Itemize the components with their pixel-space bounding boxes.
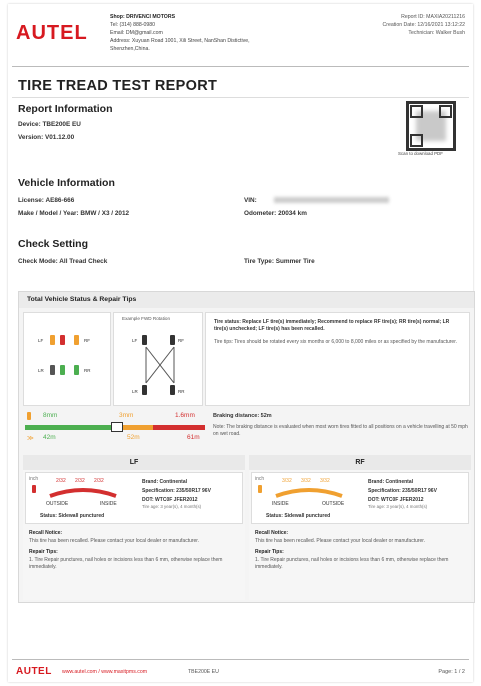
recall-text: This tire has been recalled. Please cont… [29, 538, 200, 544]
tread-red-label: 1.6mm [175, 412, 195, 419]
page-number: Page: 1 / 2 [438, 669, 465, 675]
footer-links[interactable]: www.autel.com / www.maxitpms.com [62, 669, 147, 675]
tread-profile-icon [49, 488, 117, 498]
check-mode-field: Check Mode: All Tread Check [18, 258, 108, 265]
creation-date: Creation Date: 12/16/2021 13:12:22 [382, 22, 466, 28]
tire-status-text: Tire status: Replace LF tire(s) immediat… [214, 319, 450, 332]
rotation-arrows-icon [145, 346, 175, 384]
tire-age: Tire age: 3 year(s), 4 month(s) [368, 504, 428, 509]
report-page: AUTEL Shop: DRIVENCI MOTORS Tel: (314) 8… [8, 4, 475, 682]
recall-heading: Recall Notice: [255, 530, 289, 536]
repair-text: 1. Tire Repair punctures, nail holes or … [29, 557, 223, 570]
vehicle-status-section: Total Vehicle Status & Repair Tips LF RF… [18, 291, 475, 603]
tire-type-field: Tire Type: Summer Tire [244, 258, 315, 265]
version-field: Version: V01.12.00 [18, 134, 75, 141]
vehicle-info-heading: Vehicle Information [18, 177, 115, 189]
vehicle-status-heading: Total Vehicle Status & Repair Tips [19, 292, 474, 308]
scale-red-segment [153, 425, 205, 430]
tire-section-rf: RF inch 3/32 3/32 3/32 INSIDE OUTSIDE St… [249, 455, 471, 600]
device-field: Device: TBE200E EU [18, 121, 81, 128]
tire-rf-indicator [74, 335, 79, 345]
report-header: AUTEL Shop: DRIVENCI MOTORS Tel: (314) 8… [8, 4, 473, 62]
dist-green-label: 42m [43, 434, 56, 441]
tire-age: Tire age: 3 year(s), 4 month(s) [142, 504, 202, 509]
shop-name: Shop: DRIVENCI MOTORS [110, 14, 176, 20]
tire-status-panel: Tire status: Replace LF tire(s) immediat… [205, 312, 470, 406]
tire-section-lf: LF inch 2/32 2/32 2/32 OUTSIDE INSIDE St… [23, 455, 245, 600]
tire-profile-rf: inch 3/32 3/32 3/32 INSIDE OUTSIDE Statu… [251, 472, 469, 524]
tire-brand: Brand: Continental [142, 479, 187, 485]
qr-code[interactable] [406, 101, 456, 151]
footer-device: TBE200E EU [188, 669, 219, 675]
tire-spec: Specification: 235/50R17 96V [142, 488, 211, 494]
qr-caption: Scan to download PDF [398, 151, 443, 156]
scale-green-segment [25, 425, 113, 430]
braking-distance: Braking distance: 52m [213, 413, 272, 419]
tread-orange-label: 3mm [119, 412, 134, 419]
tire-lr-indicator [50, 365, 55, 375]
shop-email: Email: DM@gmail.com [110, 30, 163, 36]
tread-profile-icon [275, 488, 343, 498]
license-field: License: AE86-666 [18, 197, 75, 204]
dist-red-label: 61m [187, 434, 200, 441]
report-footer: AUTEL www.autel.com / www.maxitpms.com T… [8, 662, 473, 682]
title-divider [12, 97, 469, 98]
report-id: Report ID: MAXIA20211216 [401, 14, 465, 20]
dist-orange-label: 52m [127, 434, 140, 441]
check-setting-heading: Check Setting [18, 238, 89, 250]
tire-rr-indicator [74, 365, 79, 375]
recall-heading: Recall Notice: [29, 530, 63, 536]
shop-info: Shop: DRIVENCI MOTORS Tel: (314) 888-098… [110, 13, 250, 53]
shop-address-line1: Address: Xuyuan Road 1001, Xili Street, … [110, 38, 250, 44]
tire-status: Status: Sidewall punctured [266, 513, 331, 519]
rotation-diagram: Example FWD Rotation LF RF LR RR [113, 312, 203, 406]
rotation-label: Example FWD Rotation [122, 316, 170, 321]
tire-spec: Specification: 235/50R17 96V [368, 488, 437, 494]
braking-note: Note: The braking distance is evaluated … [213, 424, 468, 437]
vin-label: VIN: [244, 197, 257, 204]
car-tire-diagram: LF RF LR RR [23, 312, 111, 406]
autel-logo: AUTEL [16, 22, 88, 44]
recall-text: This tire has been recalled. Please cont… [255, 538, 426, 544]
shop-tel: Tel: (314) 888-0980 [110, 22, 155, 28]
footer-logo: AUTEL [16, 666, 52, 677]
make-model-year-field: Make / Model / Year: BMW / X3 / 2012 [18, 210, 130, 217]
braking-icon: ≫ [27, 435, 34, 442]
report-meta: Report ID: MAXIA20211216 Creation Date: … [383, 13, 466, 37]
footer-divider [12, 659, 469, 660]
repair-heading: Repair Tips: [255, 549, 284, 555]
tire-lf-indicator [50, 335, 55, 345]
report-title: TIRE TREAD TEST REPORT [18, 78, 218, 94]
odometer-field: Odometer: 20034 km [244, 210, 307, 217]
tire-dot: DOT: WTC0F JFER2012 [142, 497, 198, 503]
tire-name: LF [23, 455, 245, 470]
tire-profile-lf: inch 2/32 2/32 2/32 OUTSIDE INSIDE Statu… [25, 472, 243, 524]
tire-tips-text: Tire tips: Tires should be rotated every… [214, 339, 457, 345]
repair-heading: Repair Tips: [29, 549, 58, 555]
tread-green-label: 8mm [43, 412, 58, 419]
tread-scale: 8mm 3mm 1.6mm ≫ 42m 52m 61m [23, 408, 207, 450]
technician: Technician: Walker Bush [408, 30, 465, 36]
vin-redacted [274, 197, 389, 203]
report-info-heading: Report Information [18, 103, 113, 115]
scale-marker [111, 422, 123, 432]
tire-dot: DOT: WTC0F JFER2012 [368, 497, 424, 503]
tread-icon [27, 412, 31, 420]
tire-brand: Brand: Continental [368, 479, 413, 485]
shop-address-line2: Shenzhen,China. [110, 46, 150, 52]
repair-text: 1. Tire Repair punctures, nail holes or … [255, 557, 449, 570]
tire-status: Status: Sidewall punctured [40, 513, 105, 519]
header-divider [12, 66, 469, 67]
tire-name: RF [249, 455, 471, 470]
